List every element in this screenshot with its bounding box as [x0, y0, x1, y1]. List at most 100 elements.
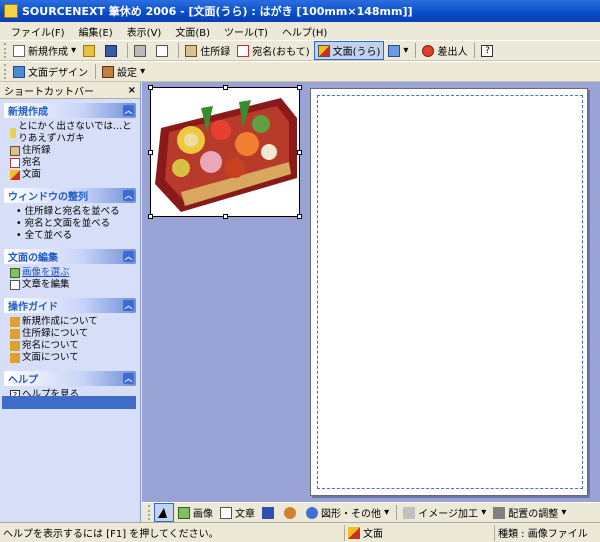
layout-dropdown-button[interactable]: ▾ [385, 41, 411, 60]
address-book-icon [10, 146, 20, 156]
collapse-icon[interactable]: ︿ [123, 373, 134, 384]
osechi-box-image [155, 98, 297, 212]
section-header[interactable]: 操作ガイド ︿ [4, 298, 136, 313]
menu-view[interactable]: 表示(V) [120, 24, 169, 39]
status-view: 文面 [345, 524, 495, 541]
shapes-icon [306, 506, 318, 519]
resize-handle[interactable] [148, 85, 153, 90]
resize-handle[interactable] [223, 214, 228, 219]
resize-handle[interactable] [148, 214, 153, 219]
vertical-text-icon [262, 506, 274, 519]
layout-adjust-button[interactable]: 配置の調整 ▾ [490, 503, 569, 522]
address-book-button[interactable]: 住所録 [182, 41, 233, 60]
section-header[interactable]: 新規作成 ︿ [4, 103, 136, 118]
link-guide-addressee[interactable]: 宛名について [10, 340, 132, 352]
link-select-image[interactable]: 画像を選ぶ [10, 267, 132, 279]
collapse-icon[interactable]: ︿ [123, 300, 134, 311]
menu-tools[interactable]: ツール(T) [217, 24, 275, 39]
toolbar-separator [95, 64, 96, 79]
section-edit: 文面の編集 ︿ 画像を選ぶ 文章を編集 [4, 249, 136, 294]
image-icon [10, 268, 20, 278]
image-icon [178, 506, 190, 519]
link-arrange-all[interactable]: • 全て並べる [10, 230, 132, 242]
link-message[interactable]: 文面 [10, 169, 132, 181]
save-icon [105, 44, 118, 57]
link-guide-address[interactable]: 住所録について [10, 328, 132, 340]
link-address-book[interactable]: 住所録 [10, 145, 132, 157]
print-preview-button[interactable] [153, 41, 174, 60]
shortcut-panel-title: ショートカットバー [4, 86, 94, 98]
link-guide-new[interactable]: 新規作成について [10, 316, 132, 328]
design-toolbar: 文面デザイン 設定 ▾ [0, 61, 600, 82]
resize-handle[interactable] [297, 85, 302, 90]
section-header[interactable]: ヘルプ ︿ [4, 371, 136, 386]
collapse-icon[interactable]: ︿ [123, 190, 134, 201]
toolbar-grip[interactable] [148, 505, 151, 520]
image-edit-button[interactable]: イメージ加工 ▾ [400, 503, 489, 522]
message-side-icon [10, 170, 20, 180]
link-addressee[interactable]: 宛名 [10, 157, 132, 169]
link-edit-text[interactable]: 文章を編集 [10, 279, 132, 291]
section-guide: 操作ガイド ︿ 新規作成について 住所録について 宛名について 文面について [4, 298, 136, 367]
addressee-button[interactable]: 宛名(おもて) [234, 41, 312, 60]
link-quick-postcard[interactable]: とにかく出さないでは...とりあえずハガキ [10, 121, 132, 145]
toolbar-grip[interactable] [4, 43, 7, 58]
section-header[interactable]: ウィンドウの整列 ︿ [4, 188, 136, 203]
address-book-icon [185, 44, 198, 57]
image-tool-button[interactable]: 画像 [175, 503, 216, 522]
selected-image[interactable] [148, 85, 302, 219]
menu-file[interactable]: ファイル(F) [4, 24, 72, 39]
select-tool-button[interactable] [154, 503, 174, 522]
vertical-text-button[interactable] [259, 503, 280, 522]
toolbar-separator [178, 43, 180, 58]
guide-icon [10, 317, 20, 327]
sender-button[interactable]: 差出人 [419, 41, 470, 60]
collapse-icon[interactable]: ︿ [123, 105, 134, 116]
drawing-toolbar: 画像 文章 図形・その他 ▾ イメージ加工 ▾ 配置の調整 ▾ [142, 502, 600, 522]
align-icon [493, 506, 506, 519]
menu-help[interactable]: ヘルプ(H) [275, 24, 334, 39]
toolbar-separator [474, 43, 476, 58]
design-button[interactable]: 文面デザイン [10, 62, 91, 81]
postcard-paper[interactable] [310, 88, 588, 496]
settings-button[interactable]: 設定 ▾ [99, 62, 148, 81]
status-hint: ヘルプを表示するには [F1] を押してください。 [0, 524, 345, 541]
toolbar-grip[interactable] [4, 64, 7, 79]
text-icon [220, 506, 232, 519]
link-guide-message[interactable]: 文面について [10, 352, 132, 364]
collapse-icon[interactable]: ︿ [123, 251, 134, 262]
guide-icon [10, 329, 20, 339]
shapes-button[interactable]: 図形・その他 ▾ [303, 503, 392, 522]
menu-edit[interactable]: 編集(E) [72, 24, 120, 39]
link-arrange-addressee-message[interactable]: • 宛名と文面を並べる [10, 218, 132, 230]
section-window: ウィンドウの整列 ︿ • 住所録と宛名を並べる • 宛名と文面を並べる • 全て並… [4, 188, 136, 245]
message-side-button[interactable]: 文面(うら) [313, 41, 385, 60]
resize-handle[interactable] [148, 150, 153, 155]
guide-icon [10, 341, 20, 351]
magic-wand-icon [403, 506, 416, 519]
link-arrange-address-addressee[interactable]: • 住所録と宛名を並べる [10, 206, 132, 218]
help-button[interactable]: ? [478, 41, 499, 60]
close-icon[interactable]: × [128, 85, 136, 96]
menu-message[interactable]: 文面(B) [168, 24, 217, 39]
new-button[interactable]: 新規作成 ▾ [10, 41, 79, 60]
open-button[interactable] [80, 41, 101, 60]
section-header[interactable]: 文面の編集 ︿ [4, 249, 136, 264]
document-canvas [142, 82, 600, 502]
message-side-icon [348, 526, 360, 539]
guide-icon [10, 353, 20, 363]
title-bar: SOURCENEXT 筆休め 2006 - [文面(うら) : はがき [100… [0, 0, 600, 22]
printable-area-guide [317, 95, 583, 489]
resize-handle[interactable] [297, 214, 302, 219]
folder-open-icon [83, 44, 96, 57]
save-button[interactable] [102, 41, 123, 60]
app-icon [4, 4, 18, 18]
text-tool-button[interactable]: 文章 [217, 503, 258, 522]
resize-handle[interactable] [223, 85, 228, 90]
toolbar-separator [396, 505, 398, 520]
stamp-button[interactable] [281, 503, 302, 522]
panel-footer-bar [2, 396, 136, 409]
help-icon: ? [481, 44, 494, 57]
print-button[interactable] [131, 41, 152, 60]
resize-handle[interactable] [297, 150, 302, 155]
